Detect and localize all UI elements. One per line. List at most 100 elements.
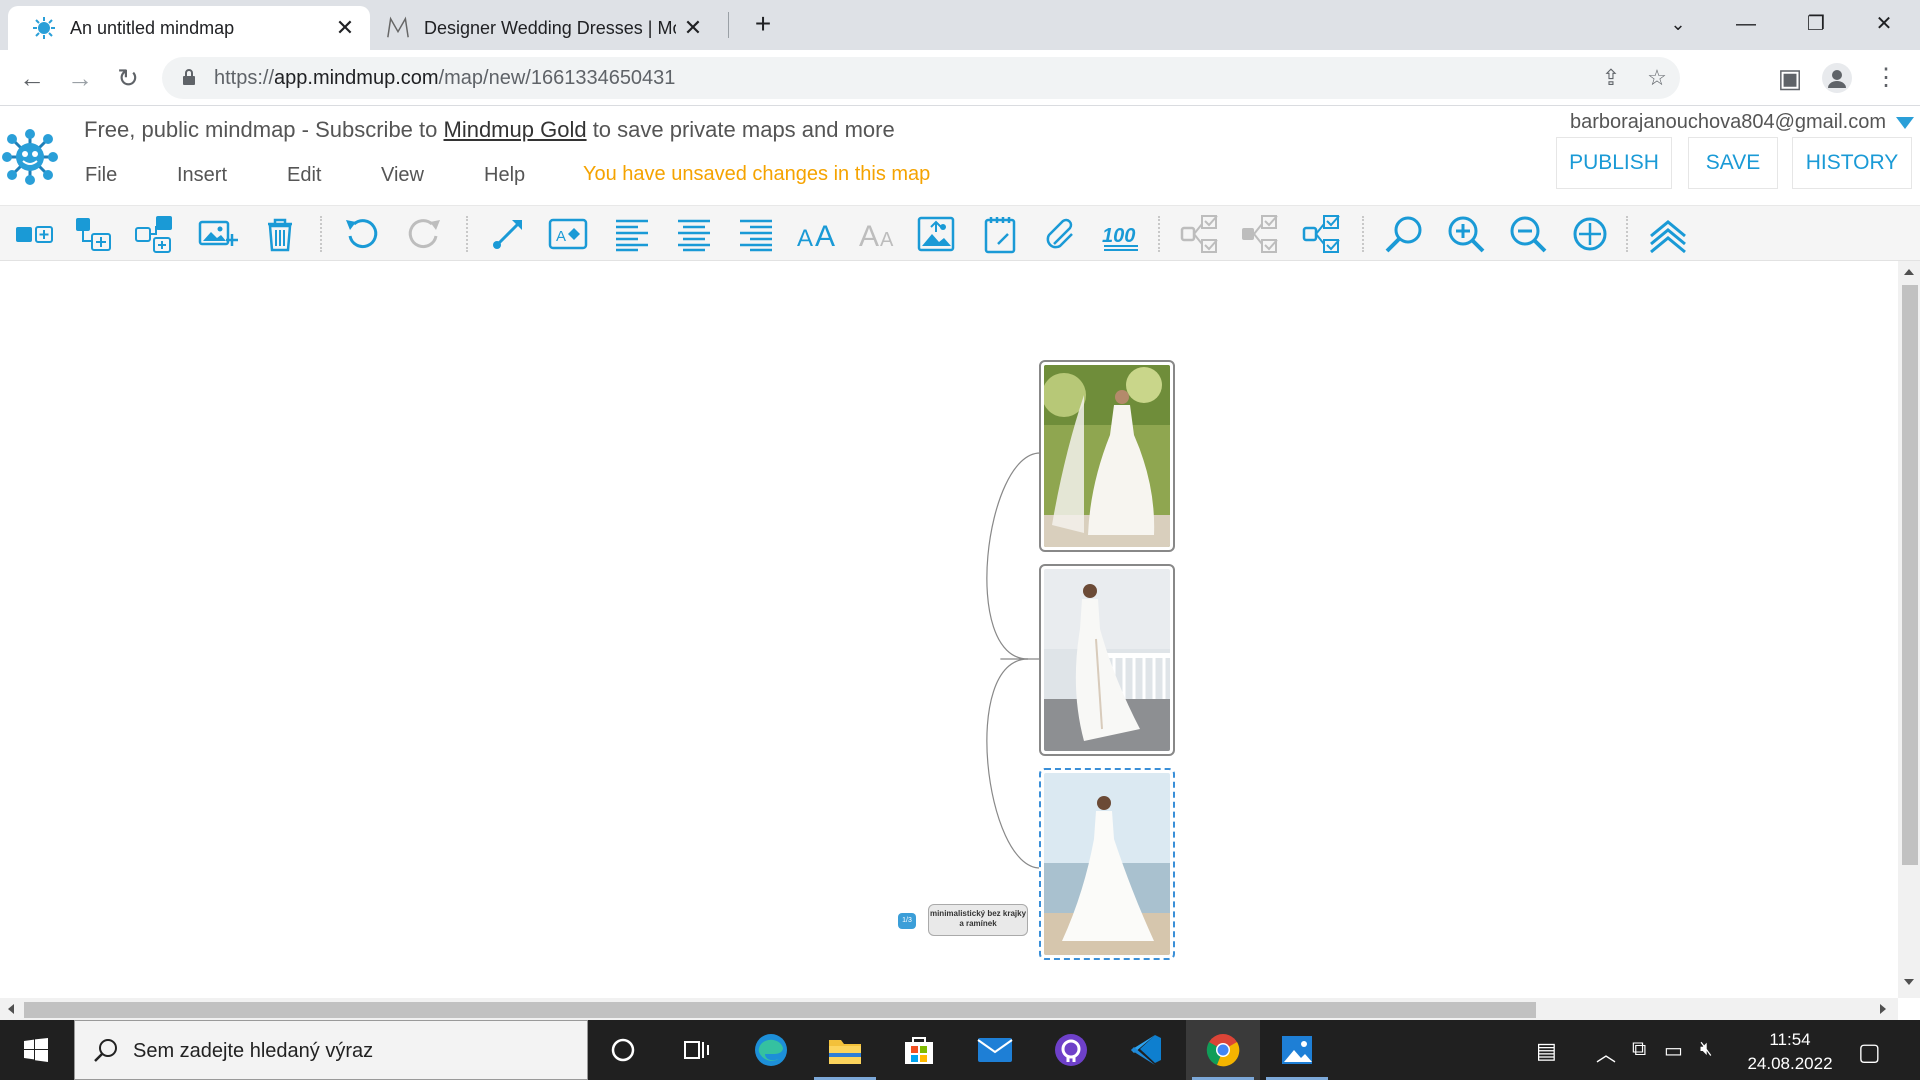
- scroll-down-icon[interactable]: [1904, 979, 1914, 985]
- close-tab-icon[interactable]: ✕: [334, 17, 356, 39]
- browser-menu-icon[interactable]: ⋮: [1870, 62, 1902, 94]
- progress-100-icon[interactable]: 100: [1100, 212, 1144, 256]
- restore-icon[interactable]: ❐: [1794, 8, 1838, 40]
- scroll-left-icon[interactable]: [8, 1004, 14, 1014]
- save-button[interactable]: SAVE: [1688, 137, 1778, 189]
- menu-insert[interactable]: Insert: [177, 164, 227, 187]
- back-icon[interactable]: ←: [16, 62, 48, 94]
- start-button[interactable]: [0, 1020, 72, 1080]
- address-bar[interactable]: https://app.mindmup.com/map/new/16613346…: [162, 57, 1680, 99]
- add-parent-icon[interactable]: [132, 212, 176, 256]
- close-tab-icon[interactable]: ✕: [682, 17, 704, 39]
- unsaved-changes-notice: You have unsaved changes in this map: [583, 163, 931, 185]
- zoom-out-icon[interactable]: [1506, 212, 1550, 256]
- root-node[interactable]: minimalistický bez krajky a ramínek: [928, 904, 1028, 936]
- toggle-checklist-icon[interactable]: [1300, 212, 1344, 256]
- collapse-toggle-button[interactable]: 1/3: [898, 913, 916, 929]
- svg-text:A: A: [859, 220, 879, 253]
- history-button[interactable]: HISTORY: [1792, 137, 1912, 189]
- add-link-arrow-icon[interactable]: [486, 212, 530, 256]
- svg-text:A: A: [880, 229, 894, 251]
- edge-icon[interactable]: [734, 1020, 808, 1080]
- bookmark-star-icon[interactable]: ☆: [1644, 65, 1670, 91]
- new-tab-icon[interactable]: +: [741, 8, 785, 40]
- image-node-2[interactable]: [1039, 564, 1175, 756]
- tab-mindmap[interactable]: An untitled mindmap ✕: [8, 6, 370, 50]
- system-clock[interactable]: 11:54 24.08.2022: [1735, 1028, 1845, 1076]
- attach-link-icon[interactable]: [1038, 212, 1082, 256]
- show-hidden-icons[interactable]: ︿: [1596, 1038, 1616, 1067]
- file-explorer-icon[interactable]: [808, 1020, 882, 1080]
- github-desktop-icon[interactable]: [1034, 1020, 1108, 1080]
- microsoft-store-icon[interactable]: [882, 1020, 956, 1080]
- collapse-toolbar-icon[interactable]: [1646, 212, 1690, 256]
- menu-edit[interactable]: Edit: [287, 164, 321, 187]
- forward-icon[interactable]: →: [64, 62, 96, 94]
- device-icon[interactable]: ⧉: [1632, 1038, 1646, 1061]
- redo-icon[interactable]: [402, 212, 446, 256]
- photos-icon[interactable]: [1260, 1020, 1334, 1080]
- add-note-icon[interactable]: [978, 212, 1022, 256]
- publish-button[interactable]: PUBLISH: [1556, 137, 1672, 189]
- align-left-icon[interactable]: [610, 212, 654, 256]
- expand-checklist-icon[interactable]: [1238, 212, 1282, 256]
- close-window-icon[interactable]: ✕: [1862, 8, 1906, 40]
- vertical-scroll-thumb[interactable]: [1902, 285, 1918, 865]
- collapse-checklist-icon[interactable]: [1178, 212, 1222, 256]
- tab-wedding-dresses[interactable]: Designer Wedding Dresses | Mor ✕: [378, 6, 718, 50]
- battery-icon[interactable]: ▭: [1664, 1038, 1683, 1063]
- align-center-icon[interactable]: [672, 212, 716, 256]
- windows-logo-icon: [24, 1038, 48, 1062]
- undo-icon[interactable]: [340, 212, 384, 256]
- vscode-icon[interactable]: [1110, 1020, 1184, 1080]
- search-icon[interactable]: [1382, 212, 1426, 256]
- add-image-icon[interactable]: [196, 212, 240, 256]
- promo-text: Free, public mindmap - Subscribe to Mind…: [84, 117, 895, 142]
- profile-avatar-icon[interactable]: [1822, 63, 1852, 93]
- share-icon[interactable]: ⇪: [1598, 65, 1624, 91]
- svg-text:100: 100: [1102, 225, 1135, 247]
- wedding-dress-photo: [1044, 569, 1170, 751]
- menu-file[interactable]: File: [85, 164, 117, 187]
- image-node-1[interactable]: [1039, 360, 1175, 552]
- add-child-icon[interactable]: [72, 212, 116, 256]
- mindmap-canvas[interactable]: 1/3 minimalistický bez krajky a ramínek: [0, 261, 1898, 998]
- insert-image-icon[interactable]: [914, 212, 958, 256]
- menu-view[interactable]: View: [381, 164, 424, 187]
- notifications-icon[interactable]: ▢: [1858, 1038, 1881, 1067]
- minimize-icon[interactable]: —: [1724, 8, 1768, 40]
- scroll-right-icon[interactable]: [1880, 1004, 1886, 1014]
- side-panel-icon[interactable]: ▣: [1774, 62, 1806, 94]
- decrease-font-icon[interactable]: AA: [856, 212, 900, 256]
- increase-font-icon[interactable]: AA: [794, 212, 838, 256]
- mail-icon[interactable]: [958, 1020, 1032, 1080]
- reload-icon[interactable]: ↻: [112, 62, 144, 94]
- zoom-in-icon[interactable]: [1444, 212, 1488, 256]
- center-map-icon[interactable]: [1568, 212, 1612, 256]
- mindmup-logo-icon[interactable]: [2, 129, 58, 185]
- scroll-up-icon[interactable]: [1904, 269, 1914, 275]
- horizontal-scroll-thumb[interactable]: [24, 1002, 1536, 1018]
- cortana-icon[interactable]: [586, 1020, 660, 1080]
- account-dropdown-icon[interactable]: [1896, 117, 1914, 129]
- vertical-scrollbar[interactable]: [1898, 261, 1920, 998]
- delete-icon[interactable]: [258, 212, 302, 256]
- menu-help[interactable]: Help: [484, 164, 525, 187]
- user-email[interactable]: barborajanouchova804@gmail.com: [1570, 111, 1886, 134]
- tab-divider: [728, 12, 729, 38]
- chrome-icon[interactable]: [1186, 1020, 1260, 1080]
- edit-style-icon[interactable]: A: [546, 212, 590, 256]
- align-right-icon[interactable]: [734, 212, 778, 256]
- task-view-icon[interactable]: [660, 1020, 734, 1080]
- news-widget-icon[interactable]: ▤: [1536, 1038, 1557, 1064]
- volume-muted-icon[interactable]: 🔇︎: [1700, 1038, 1713, 1061]
- tab-search-icon[interactable]: ⌄: [1656, 8, 1700, 40]
- image-node-3-selected[interactable]: [1039, 768, 1175, 960]
- lock-icon: [183, 69, 195, 85]
- taskbar-search-box[interactable]: Sem zadejte hledaný výraz: [74, 1020, 588, 1080]
- url-text: https://app.mindmup.com/map/new/16613346…: [214, 67, 676, 89]
- horizontal-scrollbar[interactable]: [0, 998, 1898, 1020]
- site-favicon-icon: [386, 16, 410, 40]
- mindmup-gold-link[interactable]: Mindmup Gold: [444, 117, 587, 142]
- add-sibling-icon[interactable]: [12, 212, 56, 256]
